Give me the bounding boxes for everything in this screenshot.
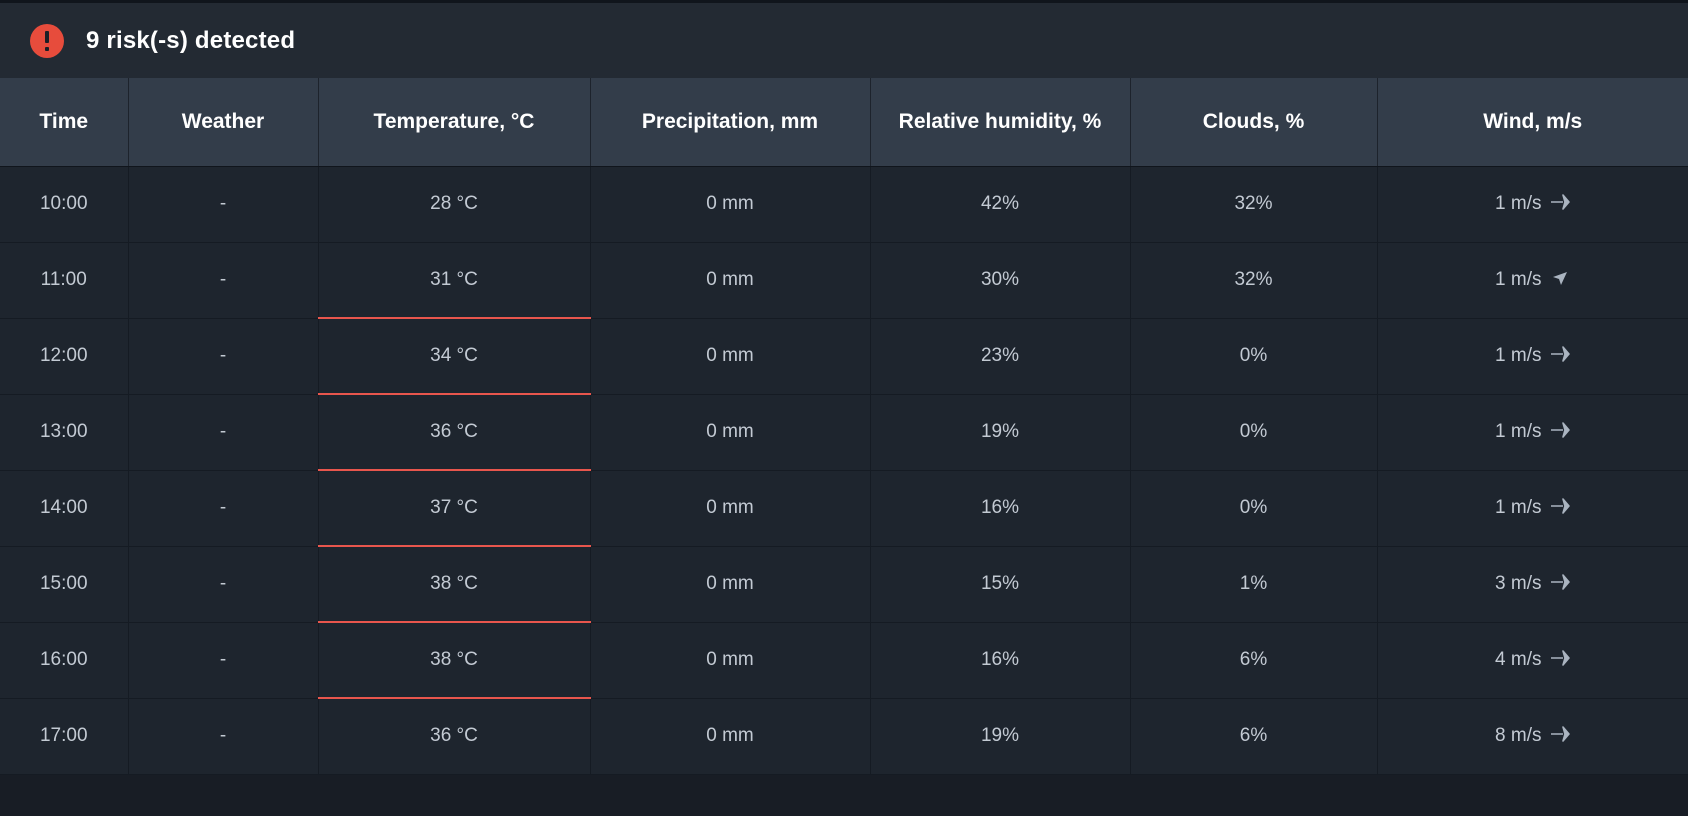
cell-precipitation[interactable]: 0 mm xyxy=(590,546,871,623)
table-row[interactable]: 15:00-38 °C 0 mm 15% 1% 3 m/s xyxy=(0,545,1688,623)
cell-temperature[interactable]: 36 °C xyxy=(318,697,591,775)
wind-direction-arrow-icon xyxy=(1550,194,1571,210)
cell-humidity[interactable]: 16% xyxy=(870,470,1131,547)
cell-weather[interactable]: - xyxy=(128,242,319,319)
column-header-precipitation[interactable]: Precipitation, mm xyxy=(590,78,871,167)
cell-weather[interactable]: - xyxy=(128,394,319,471)
cell-time[interactable]: 11:00 xyxy=(0,242,129,319)
cell-clouds[interactable]: 0% xyxy=(1130,470,1378,547)
wind-direction-arrow-icon xyxy=(1550,422,1571,438)
cell-humidity[interactable]: 19% xyxy=(870,394,1131,471)
cell-temperature[interactable]: 38 °C xyxy=(318,621,591,699)
cell-humidity[interactable]: 19% xyxy=(870,698,1131,775)
table-row[interactable]: 14:00-37 °C 0 mm 16% 0% 1 m/s xyxy=(0,469,1688,547)
cell-temperature[interactable]: 36 °C xyxy=(318,393,591,471)
table-row[interactable]: 13:00-36 °C 0 mm 19% 0% 1 m/s xyxy=(0,393,1688,471)
cell-weather[interactable]: - xyxy=(128,546,319,623)
column-header-clouds[interactable]: Clouds, % xyxy=(1130,78,1378,167)
wind-speed-label: 8 m/s xyxy=(1495,725,1542,746)
cell-humidity[interactable]: 16% xyxy=(870,622,1131,699)
wind-speed-label: 1 m/s xyxy=(1495,193,1542,214)
cell-wind[interactable]: 1 m/s xyxy=(1377,242,1688,319)
wind-direction-arrow-icon xyxy=(1550,574,1571,590)
table-row[interactable]: 11:00-31 °C 0 mm 30% 32% 1 m/s xyxy=(0,242,1688,319)
cell-time[interactable]: 17:00 xyxy=(0,698,129,775)
cell-clouds[interactable]: 6% xyxy=(1130,622,1378,699)
wind-direction-arrow-icon xyxy=(1550,650,1571,666)
wind-speed-label: 3 m/s xyxy=(1495,573,1542,594)
wind-speed-label: 1 m/s xyxy=(1495,345,1542,366)
cell-temperature[interactable]: 34 °C xyxy=(318,317,591,395)
column-header-humidity[interactable]: Relative humidity, % xyxy=(870,78,1131,167)
cell-time[interactable]: 13:00 xyxy=(0,394,129,471)
cell-weather[interactable]: - xyxy=(128,470,319,547)
cell-time[interactable]: 10:00 xyxy=(0,166,129,243)
table-body: 10:00-28 °C 0 mm 42% 32% 1 m/s 11:00-31 °C 0 m… xyxy=(0,166,1688,775)
weather-forecast-table: Time Weather Temperature, °C Precipitati… xyxy=(0,78,1688,775)
table-row[interactable]: 12:00-34 °C 0 mm 23% 0% 1 m/s xyxy=(0,317,1688,395)
cell-weather[interactable]: - xyxy=(128,622,319,699)
cell-humidity[interactable]: 23% xyxy=(870,318,1131,395)
table-row[interactable]: 10:00-28 °C 0 mm 42% 32% 1 m/s xyxy=(0,166,1688,243)
wind-direction-arrow-icon xyxy=(1550,498,1571,514)
risk-banner: 9 risk(-s) detected xyxy=(0,0,1688,78)
wind-speed-label: 1 m/s xyxy=(1495,269,1542,290)
cell-humidity[interactable]: 15% xyxy=(870,546,1131,623)
column-header-temperature[interactable]: Temperature, °C xyxy=(318,78,591,167)
cell-weather[interactable]: - xyxy=(128,698,319,775)
cell-temperature[interactable]: 28 °C xyxy=(318,166,591,243)
alert-circle-icon xyxy=(30,23,64,58)
wind-direction-arrow-icon xyxy=(1550,270,1570,286)
cell-wind[interactable]: 1 m/s xyxy=(1377,394,1688,471)
cell-wind[interactable]: 1 m/s xyxy=(1377,470,1688,547)
cell-clouds[interactable]: 32% xyxy=(1130,166,1378,243)
cell-precipitation[interactable]: 0 mm xyxy=(590,470,871,547)
cell-temperature[interactable]: 37 °C xyxy=(318,469,591,547)
cell-clouds[interactable]: 0% xyxy=(1130,394,1378,471)
cell-precipitation[interactable]: 0 mm xyxy=(590,318,871,395)
wind-direction-arrow-icon xyxy=(1550,726,1571,742)
table-header-row: Time Weather Temperature, °C Precipitati… xyxy=(0,78,1688,167)
cell-wind[interactable]: 4 m/s xyxy=(1377,622,1688,699)
wind-speed-label: 4 m/s xyxy=(1495,649,1542,670)
cell-clouds[interactable]: 1% xyxy=(1130,546,1378,623)
cell-clouds[interactable]: 0% xyxy=(1130,318,1378,395)
cell-weather[interactable]: - xyxy=(128,318,319,395)
cell-time[interactable]: 16:00 xyxy=(0,622,129,699)
column-header-time[interactable]: Time xyxy=(0,78,129,167)
cell-time[interactable]: 14:00 xyxy=(0,470,129,547)
cell-clouds[interactable]: 32% xyxy=(1130,242,1378,319)
table-row[interactable]: 16:00-38 °C 0 mm 16% 6% 4 m/s xyxy=(0,621,1688,699)
cell-time[interactable]: 15:00 xyxy=(0,546,129,623)
table-header: Time Weather Temperature, °C Precipitati… xyxy=(0,78,1688,167)
cell-humidity[interactable]: 42% xyxy=(870,166,1131,243)
cell-precipitation[interactable]: 0 mm xyxy=(590,242,871,319)
wind-speed-label: 1 m/s xyxy=(1495,497,1542,518)
cell-wind[interactable]: 8 m/s xyxy=(1377,698,1688,775)
cell-precipitation[interactable]: 0 mm xyxy=(590,394,871,471)
cell-temperature[interactable]: 31 °C xyxy=(318,242,591,319)
cell-precipitation[interactable]: 0 mm xyxy=(590,698,871,775)
cell-temperature[interactable]: 38 °C xyxy=(318,545,591,623)
table-row[interactable]: 17:00-36 °C 0 mm 19% 6% 8 m/s xyxy=(0,697,1688,775)
column-header-wind[interactable]: Wind, m/s xyxy=(1377,78,1688,167)
cell-clouds[interactable]: 6% xyxy=(1130,698,1378,775)
wind-speed-label: 1 m/s xyxy=(1495,421,1542,442)
cell-precipitation[interactable]: 0 mm xyxy=(590,622,871,699)
cell-wind[interactable]: 3 m/s xyxy=(1377,546,1688,623)
wind-direction-arrow-icon xyxy=(1550,346,1571,362)
cell-wind[interactable]: 1 m/s xyxy=(1377,318,1688,395)
cell-wind[interactable]: 1 m/s xyxy=(1377,166,1688,243)
column-header-weather[interactable]: Weather xyxy=(128,78,319,167)
cell-weather[interactable]: - xyxy=(128,166,319,243)
cell-humidity[interactable]: 30% xyxy=(870,242,1131,319)
cell-precipitation[interactable]: 0 mm xyxy=(590,166,871,243)
cell-time[interactable]: 12:00 xyxy=(0,318,129,395)
risk-banner-label: 9 risk(-s) detected xyxy=(86,26,296,54)
